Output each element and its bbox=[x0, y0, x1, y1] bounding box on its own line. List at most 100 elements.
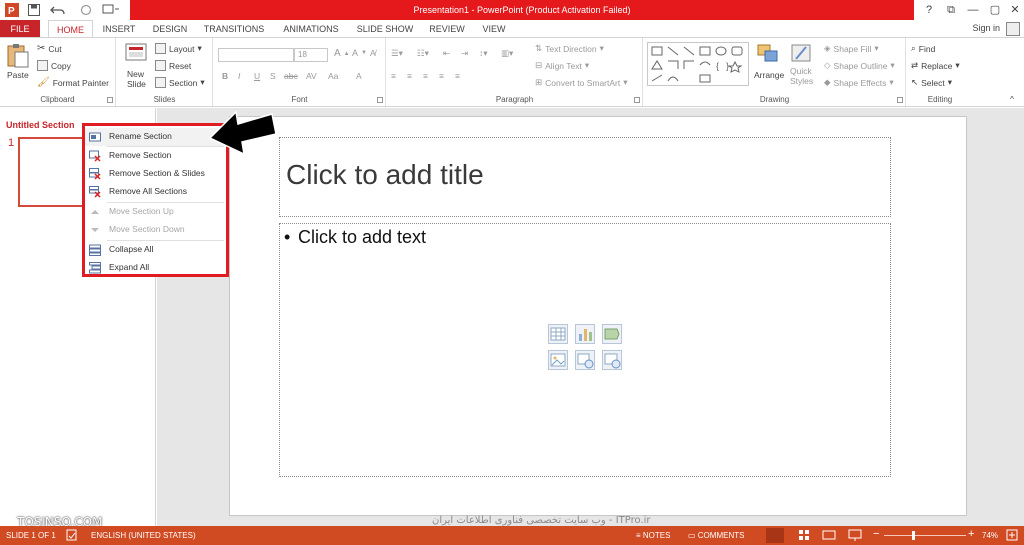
line-spacing-icon[interactable]: ↕▾ bbox=[479, 48, 488, 59]
tab-insert[interactable]: INSERT bbox=[97, 20, 141, 38]
quick-styles-icon[interactable] bbox=[790, 43, 816, 67]
new-slide-button[interactable]: New Slide bbox=[127, 69, 157, 89]
arrange-button[interactable]: Arrange bbox=[754, 70, 784, 80]
insert-picture-icon[interactable] bbox=[548, 350, 568, 370]
content-placeholder[interactable]: • Click to add text bbox=[279, 223, 891, 477]
tab-file[interactable]: FILE bbox=[0, 20, 40, 38]
zoom-slider-thumb[interactable] bbox=[912, 531, 916, 540]
menu-move-section-up[interactable]: Move Section Up bbox=[85, 203, 226, 221]
decrease-font-icon[interactable]: A ▼ bbox=[352, 48, 367, 58]
align-left-icon[interactable]: ≡ bbox=[391, 71, 396, 81]
title-placeholder[interactable]: Click to add title bbox=[279, 137, 891, 217]
clear-formatting-icon[interactable]: A̸ bbox=[370, 48, 376, 58]
new-slide-icon[interactable] bbox=[125, 43, 151, 67]
slide-thumbnail[interactable] bbox=[18, 137, 90, 207]
slide-show-icon[interactable] bbox=[848, 529, 862, 543]
arrange-icon[interactable] bbox=[756, 43, 782, 67]
cut-button[interactable]: ✂ Cut bbox=[37, 43, 62, 54]
convert-smartart-button[interactable]: ⊞ Convert to SmartArt ▾ bbox=[535, 77, 628, 88]
slide-sorter-icon[interactable] bbox=[798, 529, 810, 543]
change-case-button[interactable]: Aa bbox=[328, 71, 338, 81]
select-button[interactable]: ↖ Select ▾ bbox=[911, 77, 952, 88]
slide-canvas[interactable]: Click to add title • Click to add text و… bbox=[229, 116, 967, 526]
shape-fill-button[interactable]: ◈ Shape Fill ▾ bbox=[824, 43, 879, 54]
reading-view-icon[interactable] bbox=[822, 529, 836, 543]
menu-move-section-down[interactable]: Move Section Down bbox=[85, 221, 226, 239]
tab-home[interactable]: HOME bbox=[48, 20, 93, 38]
strikethrough-button[interactable]: abc bbox=[284, 71, 298, 81]
insert-smartart-icon[interactable] bbox=[602, 324, 622, 344]
section-button[interactable]: Section ▾ bbox=[155, 77, 205, 88]
help-button[interactable]: ? bbox=[918, 1, 940, 19]
align-text-button[interactable]: ⊟ Align Text ▾ bbox=[535, 60, 589, 71]
find-button[interactable]: ⌕ Find bbox=[911, 43, 935, 54]
redo-icon[interactable] bbox=[78, 2, 94, 18]
columns-icon[interactable]: ▥▾ bbox=[501, 48, 513, 59]
quick-styles-button[interactable]: Quick Styles bbox=[790, 66, 820, 86]
zoom-slider[interactable] bbox=[884, 535, 966, 536]
format-painter-button[interactable]: 🖌 Format Painter bbox=[37, 77, 109, 88]
section-header[interactable]: Untitled Section bbox=[6, 120, 75, 130]
tab-animations[interactable]: ANIMATIONS bbox=[276, 20, 346, 38]
shape-outline-button[interactable]: ◇ Shape Outline ▾ bbox=[824, 60, 895, 71]
fit-to-window-icon[interactable] bbox=[1006, 529, 1018, 543]
save-icon[interactable] bbox=[26, 2, 42, 18]
comments-button[interactable]: ▭ COMMENTS bbox=[688, 531, 744, 540]
numbering-icon[interactable]: ☷▾ bbox=[417, 48, 429, 59]
shapes-gallery[interactable]: { } bbox=[647, 42, 749, 86]
tab-review[interactable]: REVIEW bbox=[424, 20, 470, 38]
font-size-combo[interactable]: 18 bbox=[294, 48, 328, 62]
undo-icon[interactable] bbox=[48, 2, 68, 18]
tab-slide-show[interactable]: SLIDE SHOW bbox=[352, 20, 418, 38]
clipboard-launcher-icon[interactable] bbox=[107, 97, 113, 103]
start-from-beginning-icon[interactable] bbox=[100, 2, 122, 18]
spelling-icon[interactable] bbox=[66, 529, 78, 543]
zoom-out-button[interactable]: − bbox=[873, 528, 879, 540]
ribbon-display-options-button[interactable]: ⧉ bbox=[940, 1, 962, 19]
align-right-icon[interactable]: ≡ bbox=[423, 71, 428, 81]
replace-button[interactable]: ⇄ Replace ▾ bbox=[911, 60, 960, 71]
insert-table-icon[interactable] bbox=[548, 324, 568, 344]
underline-button[interactable]: U bbox=[254, 71, 260, 81]
sign-in-link[interactable]: Sign in bbox=[972, 23, 1000, 33]
tab-view[interactable]: VIEW bbox=[476, 20, 512, 38]
language-indicator[interactable]: ENGLISH (UNITED STATES) bbox=[91, 531, 196, 540]
character-spacing-button[interactable]: AV bbox=[306, 71, 317, 81]
maximize-button[interactable]: ▢ bbox=[984, 1, 1006, 19]
paragraph-launcher-icon[interactable] bbox=[634, 97, 640, 103]
shadow-button[interactable]: S bbox=[270, 71, 276, 81]
normal-view-icon[interactable] bbox=[766, 528, 784, 543]
font-color-button[interactable]: A bbox=[356, 71, 362, 81]
menu-rename-section[interactable]: Rename Section bbox=[85, 128, 226, 146]
decrease-indent-icon[interactable]: ⇤ bbox=[443, 48, 450, 59]
copy-button[interactable]: Copy bbox=[37, 60, 71, 71]
bullets-icon[interactable]: ☰▾ bbox=[391, 48, 403, 59]
paste-icon[interactable] bbox=[6, 43, 32, 68]
drawing-launcher-icon[interactable] bbox=[897, 97, 903, 103]
insert-online-picture-icon[interactable] bbox=[575, 350, 595, 370]
font-launcher-icon[interactable] bbox=[377, 97, 383, 103]
avatar[interactable] bbox=[1006, 22, 1020, 36]
powerpoint-logo-icon[interactable]: P bbox=[4, 2, 20, 18]
collapse-ribbon-icon[interactable]: ^ bbox=[1010, 94, 1014, 104]
increase-indent-icon[interactable]: ⇥ bbox=[461, 48, 468, 59]
menu-remove-section-slides[interactable]: Remove Section & Slides bbox=[85, 165, 226, 183]
notes-button[interactable]: ≡ NOTES bbox=[636, 531, 670, 540]
bold-button[interactable]: B bbox=[222, 71, 228, 81]
menu-remove-all-sections[interactable]: Remove All Sections bbox=[85, 183, 226, 201]
paste-button[interactable]: Paste bbox=[7, 70, 29, 80]
justify-icon[interactable]: ≡ bbox=[439, 71, 444, 81]
reset-button[interactable]: Reset bbox=[155, 60, 191, 71]
shape-effects-button[interactable]: ◆ Shape Effects ▾ bbox=[824, 77, 894, 88]
menu-collapse-all[interactable]: Collapse All bbox=[85, 241, 226, 259]
italic-button[interactable]: I bbox=[238, 71, 240, 81]
font-name-combo[interactable] bbox=[218, 48, 294, 62]
layout-button[interactable]: Layout ▾ bbox=[155, 43, 202, 54]
menu-expand-all[interactable]: Expand All bbox=[85, 259, 226, 277]
text-direction-button[interactable]: ⇅ Text Direction ▾ bbox=[535, 43, 604, 54]
menu-remove-section[interactable]: Remove Section bbox=[85, 147, 226, 165]
tab-transitions[interactable]: TRANSITIONS bbox=[198, 20, 270, 38]
zoom-in-button[interactable]: + bbox=[968, 528, 974, 540]
insert-video-icon[interactable] bbox=[602, 350, 622, 370]
increase-font-icon[interactable]: A ▲ bbox=[334, 48, 350, 59]
